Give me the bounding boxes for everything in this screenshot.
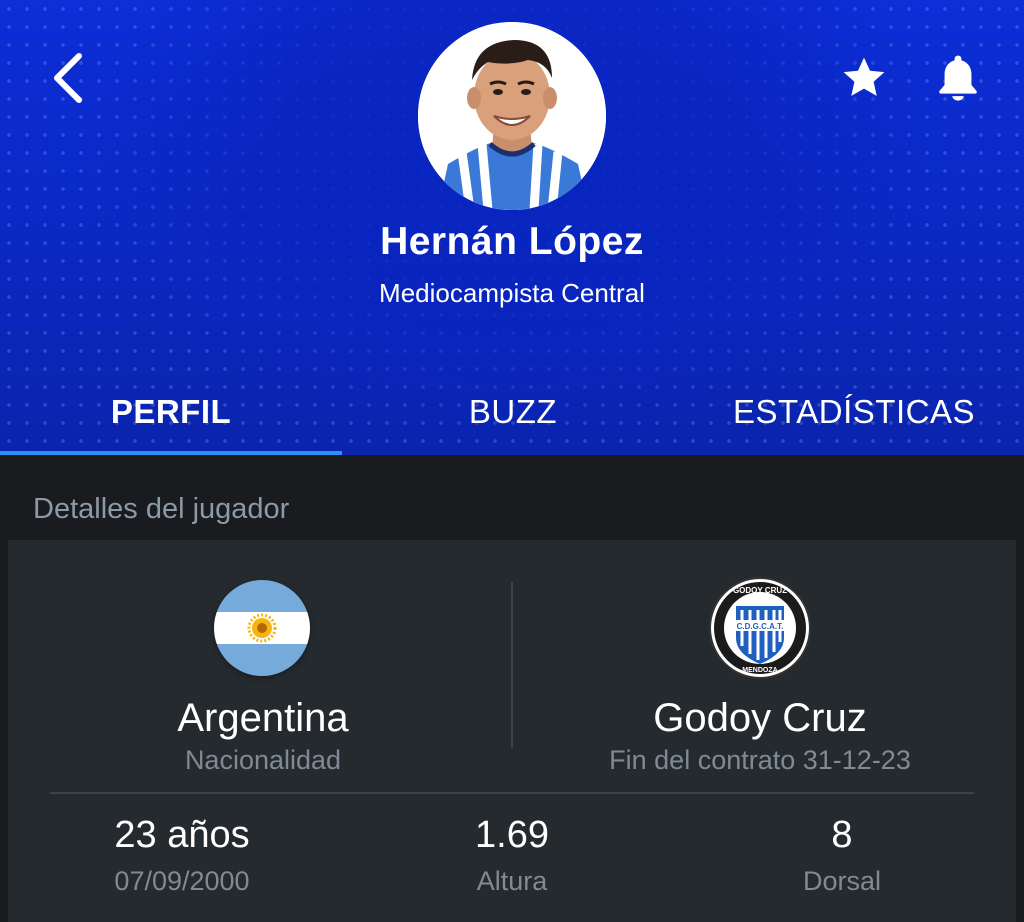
- godoy-cruz-crest-icon[interactable]: GODOY CRUZ C.D.G.C.A.T. MENDOZA: [708, 576, 812, 680]
- vertical-divider: [511, 582, 513, 748]
- height-label: Altura: [476, 866, 548, 896]
- player-name: Hernán López: [380, 220, 644, 263]
- crest-top-text: GODOY CRUZ: [733, 586, 787, 595]
- horizontal-divider: [50, 792, 974, 794]
- profile-header: Hernán López Mediocampista Central PERFI…: [0, 0, 1024, 455]
- height-value: 1.69: [475, 814, 549, 856]
- bell-icon: [939, 55, 977, 101]
- birth-date-label: 07/09/2000: [114, 866, 250, 896]
- nationality-value: Argentina: [177, 696, 349, 740]
- shirt-number-value: 8: [831, 814, 853, 856]
- shirt-number-label: Dorsal: [802, 866, 882, 896]
- club-name[interactable]: Godoy Cruz: [520, 696, 1000, 741]
- section-title: Detalles del jugador: [33, 493, 290, 525]
- tab-buzz[interactable]: BUZZ: [342, 390, 684, 434]
- age-value: 23 años: [114, 814, 250, 856]
- back-button[interactable]: [44, 52, 92, 104]
- nationality-label: Nacionalidad: [184, 745, 342, 775]
- contract-end-label: Fin del contrato 31-12-23: [609, 745, 911, 775]
- active-tab-indicator: [0, 451, 342, 455]
- player-avatar: [418, 22, 606, 210]
- notifications-button[interactable]: [928, 48, 988, 108]
- player-position: Mediocampista Central: [379, 278, 645, 308]
- favorite-button[interactable]: [836, 50, 892, 106]
- tab-perfil[interactable]: PERFIL: [0, 390, 342, 434]
- chevron-left-icon: [54, 53, 82, 103]
- tab-estadisticas[interactable]: ESTADÍSTICAS: [684, 390, 1024, 434]
- crest-bottom-text: MENDOZA: [742, 667, 777, 674]
- argentina-flag-icon: [214, 580, 310, 676]
- star-icon: [843, 57, 885, 96]
- crest-mid-text: C.D.G.C.A.T.: [737, 622, 784, 631]
- player-photo: [418, 22, 606, 210]
